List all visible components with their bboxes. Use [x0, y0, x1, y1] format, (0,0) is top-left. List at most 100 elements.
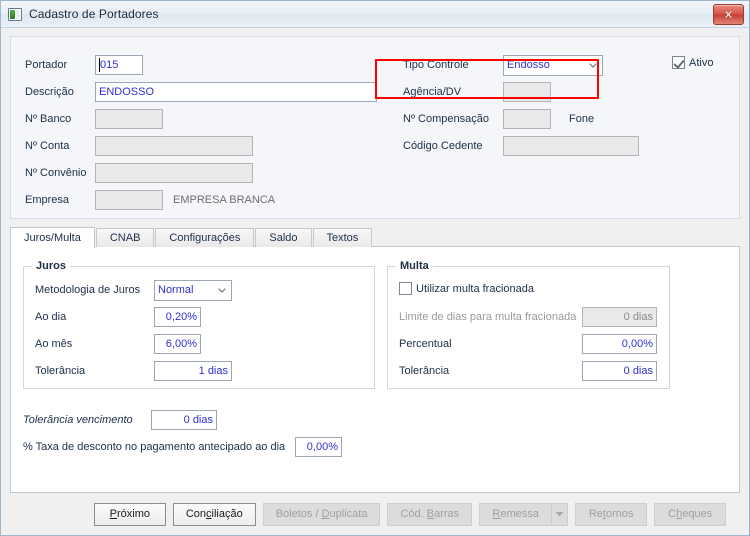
- group-multa: Multa Utilizar multa fracionada Limite d…: [387, 260, 670, 389]
- footer-button-bar: Próximo Conciliação Boletos / Duplicata …: [10, 493, 740, 535]
- group-title-multa: Multa: [396, 260, 433, 272]
- field-ao-mes: Ao mês 6,00%: [35, 334, 201, 354]
- input-no-compensacao[interactable]: [503, 109, 551, 129]
- select-tipo-controle[interactable]: Endosso: [503, 54, 603, 76]
- tab-cnab[interactable]: CNAB: [95, 228, 155, 247]
- input-no-convenio[interactable]: [95, 163, 253, 183]
- cheques-button-label: Cheques: [668, 508, 713, 520]
- input-empresa[interactable]: [95, 190, 163, 210]
- remessa-dropdown-button[interactable]: [551, 502, 569, 526]
- field-no-conta: Nº Conta: [25, 136, 253, 156]
- field-codigo-cedente: Código Cedente: [403, 136, 639, 156]
- field-label-agencia-dv: Agência/DV: [403, 86, 462, 98]
- tab-saldo[interactable]: Saldo: [255, 228, 312, 247]
- tab-configuracoes[interactable]: Configurações: [155, 228, 255, 247]
- boletos-duplicata-button-label: Boletos / Duplicata: [275, 508, 368, 520]
- input-percentual-multa[interactable]: 0,00%: [582, 334, 657, 354]
- checkbox-ativo-box: [672, 56, 685, 69]
- input-descricao[interactable]: ENDOSSO: [95, 82, 377, 102]
- remessa-split-button: Remessa: [479, 502, 569, 526]
- field-label-codigo-cedente: Código Cedente: [403, 140, 483, 152]
- field-label-no-conta: Nº Conta: [25, 140, 70, 152]
- input-tolerancia-multa[interactable]: 0 dias: [582, 361, 657, 381]
- input-ao-mes[interactable]: 6,00%: [154, 334, 201, 354]
- field-label-tipo-controle: Tipo Controle: [403, 59, 469, 71]
- input-taxa-desconto[interactable]: 0,00%: [295, 437, 342, 457]
- input-tolerancia-juros[interactable]: 1 dias: [154, 361, 232, 381]
- field-label-no-banco: Nº Banco: [25, 113, 72, 125]
- close-button[interactable]: [713, 4, 744, 25]
- field-no-convenio: Nº Convênio: [25, 163, 253, 183]
- field-taxa-desconto: % Taxa de desconto no pagamento antecipa…: [23, 437, 342, 457]
- chevron-down-icon: [218, 288, 226, 293]
- tab-textos[interactable]: Textos: [312, 228, 373, 247]
- field-label-tolerancia-juros: Tolerância: [35, 365, 86, 377]
- boletos-duplicata-button[interactable]: Boletos / Duplicata: [262, 502, 381, 526]
- field-tolerancia-juros: Tolerância 1 dias: [35, 361, 232, 381]
- input-no-conta[interactable]: [95, 136, 253, 156]
- checkbox-ativo[interactable]: Ativo: [672, 56, 713, 69]
- field-agencia-dv: Agência/DV: [403, 82, 551, 102]
- empresa-caption: EMPRESA BRANCA: [173, 194, 276, 206]
- select-tipo-controle-value: Endosso: [507, 59, 550, 71]
- cod-barras-button[interactable]: Cód. Barras: [387, 502, 473, 526]
- conciliacao-button-label: Conciliação: [185, 508, 243, 520]
- remessa-button-label: Remessa: [492, 508, 539, 520]
- field-label-metodologia-juros: Metodologia de Juros: [35, 284, 141, 296]
- input-ao-dia[interactable]: 0,20%: [154, 307, 201, 327]
- input-agencia-dv[interactable]: [503, 82, 551, 102]
- input-codigo-cedente[interactable]: [503, 136, 639, 156]
- field-label-tolerancia-multa: Tolerância: [399, 365, 450, 377]
- tab-juros-multa[interactable]: Juros/Multa: [10, 227, 95, 248]
- field-metodologia-juros: Metodologia de Juros Normal: [35, 279, 232, 301]
- group-juros: Juros Metodologia de Juros Normal Ao dia…: [23, 260, 375, 389]
- tab-page-juros-multa: Juros Metodologia de Juros Normal Ao dia…: [10, 246, 740, 493]
- checkbox-ativo-label: Ativo: [689, 56, 714, 69]
- chevron-down-icon: [589, 63, 597, 68]
- group-title-juros: Juros: [32, 260, 70, 272]
- select-metodologia-juros[interactable]: Normal: [154, 279, 232, 301]
- conciliacao-button[interactable]: Conciliação: [172, 502, 256, 526]
- field-ao-dia: Ao dia 0,20%: [35, 307, 201, 327]
- remessa-button[interactable]: Remessa: [479, 502, 552, 526]
- field-percentual-multa: Percentual 0,00%: [399, 334, 657, 354]
- input-limite-dias-multa[interactable]: 0 dias: [582, 307, 657, 327]
- field-descricao: Descrição ENDOSSO: [25, 82, 377, 102]
- field-tolerancia-vencimento: Tolerância vencimento 0 dias: [23, 410, 217, 430]
- proximo-button-label: Próximo: [109, 508, 151, 520]
- field-label-ao-mes: Ao mês: [35, 338, 73, 350]
- cheques-button[interactable]: Cheques: [654, 502, 727, 526]
- field-label-fone: Fone: [569, 113, 595, 125]
- field-label-tolerancia-vencimento: Tolerância vencimento: [23, 414, 133, 426]
- checkbox-multa-fracionada[interactable]: Utilizar multa fracionada: [399, 282, 534, 295]
- field-label-portador: Portador: [25, 59, 68, 71]
- field-no-banco: Nº Banco: [25, 109, 163, 129]
- app-window-icon: [8, 7, 22, 21]
- field-tipo-controle: Tipo Controle Endosso: [403, 54, 603, 76]
- select-metodologia-juros-value: Normal: [158, 284, 194, 296]
- proximo-button[interactable]: Próximo: [93, 502, 166, 526]
- close-icon: [723, 10, 734, 19]
- retornos-button-label: Retornos: [588, 508, 634, 520]
- dialog-window: Cadastro de Portadores Portador 015 Desc…: [0, 0, 750, 536]
- tab-strip: Juros/Multa CNAB Configurações Saldo Tex…: [10, 226, 740, 248]
- field-portador: Portador 015: [25, 55, 143, 75]
- field-tolerancia-multa: Tolerância 0 dias: [399, 361, 657, 381]
- input-no-banco[interactable]: [95, 109, 163, 129]
- field-label-no-compensacao: Nº Compensação: [403, 113, 489, 125]
- input-tolerancia-vencimento[interactable]: 0 dias: [151, 410, 217, 430]
- field-label-no-convenio: Nº Convênio: [25, 167, 87, 179]
- field-label-taxa-desconto: % Taxa de desconto no pagamento antecipa…: [23, 441, 286, 453]
- field-label-empresa: Empresa: [25, 194, 70, 206]
- retornos-button[interactable]: Retornos: [575, 502, 648, 526]
- field-label-percentual-multa: Percentual: [399, 338, 452, 350]
- cod-barras-button-label: Cód. Barras: [400, 508, 460, 520]
- field-no-compensacao: Nº Compensação Fone: [403, 109, 594, 129]
- field-limite-dias-multa: Limite de dias para multa fracionada 0 d…: [399, 307, 657, 327]
- title-bar: Cadastro de Portadores: [1, 1, 749, 28]
- field-label-descricao: Descrição: [25, 86, 74, 98]
- caret-down-icon: [555, 512, 564, 517]
- field-empresa: Empresa EMPRESA BRANCA: [25, 190, 275, 210]
- input-portador[interactable]: 015: [95, 55, 143, 75]
- field-label-ao-dia: Ao dia: [35, 311, 67, 323]
